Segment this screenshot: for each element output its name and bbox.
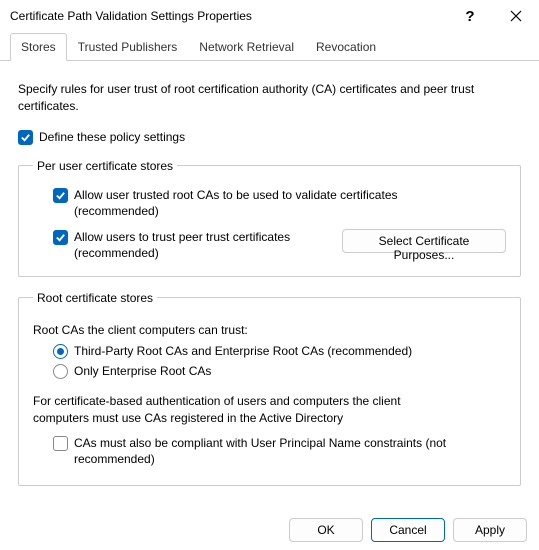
- tab-stores[interactable]: Stores: [10, 33, 67, 61]
- apply-button[interactable]: Apply: [453, 518, 527, 542]
- compliant-row: CAs must also be compliant with User Pri…: [53, 435, 506, 467]
- root-stores-group: Root certificate stores Root CAs the cli…: [18, 291, 521, 486]
- checkmark-icon: [55, 190, 66, 201]
- checkmark-icon: [55, 232, 66, 243]
- titlebar: Certificate Path Validation Settings Pro…: [0, 0, 539, 32]
- root-cas-intro: Root CAs the client computers can trust:: [33, 323, 506, 337]
- radio-enterprise-only-row: Only Enterprise Root CAs: [53, 363, 506, 379]
- compliant-checkbox[interactable]: [53, 436, 68, 451]
- allow-peer-label: Allow users to trust peer trust certific…: [74, 229, 324, 261]
- help-button[interactable]: ?: [447, 0, 493, 32]
- close-icon: [510, 10, 522, 22]
- allow-peer-row: Allow users to trust peer trust certific…: [53, 229, 324, 261]
- tab-bar: Stores Trusted Publishers Network Retrie…: [0, 32, 539, 61]
- compliant-label: CAs must also be compliant with User Pri…: [74, 435, 506, 467]
- radio-third-party-label: Third-Party Root CAs and Enterprise Root…: [74, 343, 412, 359]
- allow-trusted-row: Allow user trusted root CAs to be used t…: [53, 187, 506, 219]
- ok-button[interactable]: OK: [289, 518, 363, 542]
- allow-trusted-checkbox[interactable]: [53, 188, 68, 203]
- radio-third-party[interactable]: [53, 344, 68, 359]
- tab-network-retrieval[interactable]: Network Retrieval: [188, 33, 305, 61]
- allow-trusted-label: Allow user trusted root CAs to be used t…: [74, 187, 414, 219]
- root-stores-legend: Root certificate stores: [33, 291, 157, 305]
- ad-info-text: For certificate-based authentication of …: [33, 393, 453, 427]
- intro-text: Specify rules for user trust of root cer…: [18, 81, 521, 115]
- define-policy-row: Define these policy settings: [18, 129, 521, 145]
- tab-trusted-publishers[interactable]: Trusted Publishers: [67, 33, 189, 61]
- per-user-group: Per user certificate stores Allow user t…: [18, 159, 521, 277]
- window-title: Certificate Path Validation Settings Pro…: [10, 9, 447, 23]
- dialog-footer: OK Cancel Apply: [289, 518, 527, 542]
- define-policy-label: Define these policy settings: [39, 129, 185, 145]
- tab-panel-stores: Specify rules for user trust of root cer…: [0, 61, 539, 500]
- radio-third-party-row: Third-Party Root CAs and Enterprise Root…: [53, 343, 506, 359]
- allow-peer-checkbox[interactable]: [53, 230, 68, 245]
- cancel-button[interactable]: Cancel: [371, 518, 445, 542]
- radio-enterprise-only-label: Only Enterprise Root CAs: [74, 363, 211, 379]
- checkmark-icon: [20, 132, 31, 143]
- per-user-legend: Per user certificate stores: [33, 159, 177, 173]
- allow-peer-row-container: Allow users to trust peer trust certific…: [53, 229, 506, 261]
- close-button[interactable]: [493, 0, 539, 32]
- select-certificate-purposes-button[interactable]: Select Certificate Purposes...: [342, 229, 506, 253]
- radio-enterprise-only[interactable]: [53, 364, 68, 379]
- tab-revocation[interactable]: Revocation: [305, 33, 387, 61]
- define-policy-checkbox[interactable]: [18, 130, 33, 145]
